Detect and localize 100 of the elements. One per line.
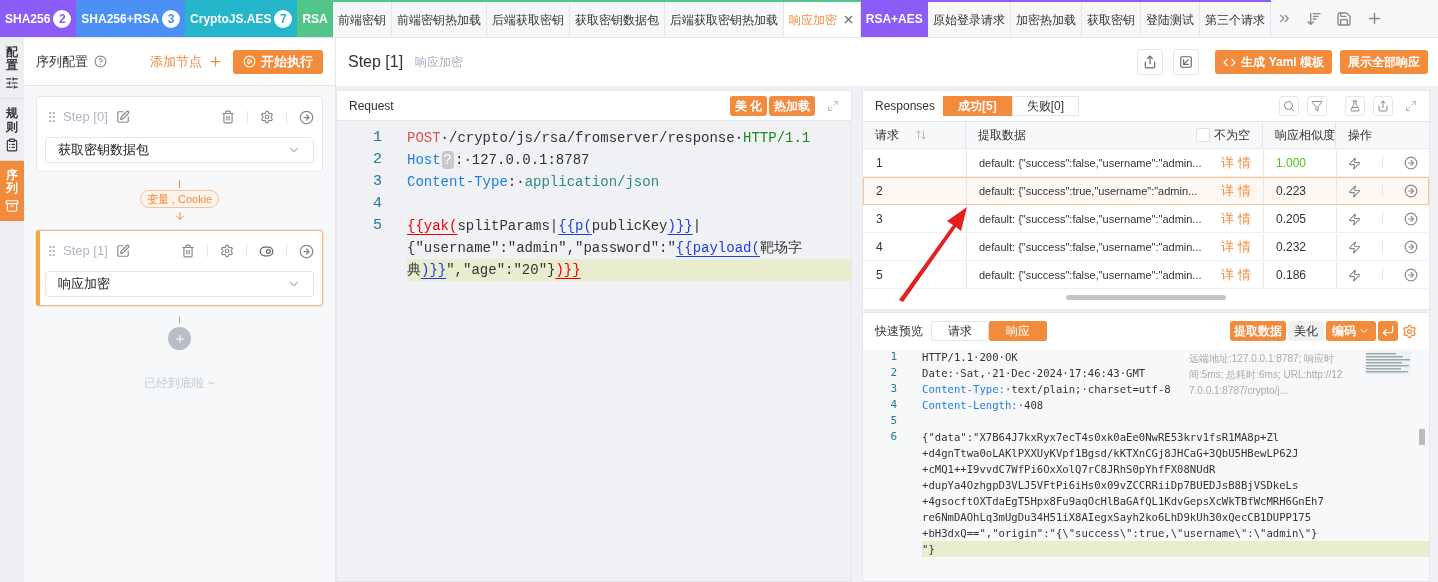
step-select[interactable]: 响应加密 <box>45 271 314 297</box>
table-cell-text: 1.000 <box>1276 155 1307 172</box>
delete-icon[interactable] <box>221 110 235 124</box>
table-cell-text: 0.223 <box>1276 183 1307 200</box>
code-text: HTTP/1.1 <box>743 130 811 146</box>
code-text: +d4gnTtwa0oLAKlPXXUyKVpf1Bgsd/kKTXnCGj8JHCaG+3QbU5HBewLP62J <box>922 447 1299 459</box>
code-text: {{p( <box>558 218 592 234</box>
share-icon[interactable] <box>1137 49 1164 75</box>
line-number: 6 <box>889 429 898 445</box>
table-cell-text: 0.205 <box>1276 211 1307 228</box>
filter-icon[interactable] <box>1307 96 1327 116</box>
column-header: 请求 <box>875 127 899 144</box>
code-text: Date:·Sat,·21·Dec·2024·17:46:43·GMT <box>922 367 1146 379</box>
code-text: "} <box>922 543 935 555</box>
scrollbar-thumb[interactable] <box>1419 429 1425 445</box>
run-icon[interactable] <box>1347 156 1361 170</box>
filter-tab[interactable]: 失败[0] <box>1011 96 1080 116</box>
save-icon[interactable] <box>1335 10 1352 27</box>
tray-icon <box>5 199 19 214</box>
flask-icon[interactable] <box>1345 96 1365 116</box>
line-number: 5 <box>372 216 383 236</box>
count-badge: 3 <box>162 9 181 28</box>
table-cell-text: 4 <box>876 239 883 256</box>
code-text: +4gsocftOXTdaEgT5Hpx8Fu9aqOcHlBaGAfQL1KdvGepsXcWkTBfWcMRH6GnEh7 <box>922 495 1324 507</box>
line-number: 2 <box>372 150 383 170</box>
code-text: re6NmDAOhLq3mUgDu34H51iX8AIegxSayh2ko6LhD9kUh30xQecCB1DUPP175 <box>922 511 1312 523</box>
sort-icon[interactable] <box>915 129 927 141</box>
line-number: 1 <box>889 349 898 365</box>
export-icon[interactable] <box>1373 96 1393 116</box>
preview-tab[interactable]: 请求 <box>931 321 989 341</box>
table-row[interactable]: 2 default: {"success":true,"username":"admin... 详 情 0.223 <box>863 177 1429 205</box>
table-cell-text: 3 <box>876 211 883 228</box>
go-icon[interactable] <box>1403 212 1418 226</box>
checkbox-label: 不为空 <box>1214 127 1250 144</box>
variable-tag: 变量 , Cookie <box>139 190 220 208</box>
wrap-icon[interactable] <box>1378 321 1398 341</box>
run-icon[interactable] <box>1347 268 1361 282</box>
edit-icon[interactable] <box>115 244 130 258</box>
delete-icon[interactable] <box>181 244 195 258</box>
line-number: 4 <box>889 397 898 413</box>
table-cell-text: default: {"success":false,"username":"admin... <box>979 239 1203 255</box>
code-text: publicKey <box>591 218 668 234</box>
code-text: +bH3dxQ==","origin":"{\"success\":true,\"username\":\"admin\"} <box>922 527 1318 539</box>
code-text: ","age":"20"} <box>446 262 556 278</box>
tab-group[interactable]: SHA256 2 <box>0 0 77 37</box>
step-title: Step [0] <box>63 108 108 127</box>
expand-icon[interactable] <box>827 99 839 112</box>
checkbox[interactable] <box>1196 128 1210 142</box>
plus-icon <box>208 54 223 69</box>
code-text: splitParams| <box>457 218 559 234</box>
code-text: +dupYa4OzhgpD3VLJ5VFtPi6iHs0x09vZCCRRiiDp7BUEDJsB8BjVSDkeLs <box>922 479 1299 491</box>
go-icon[interactable] <box>299 109 314 125</box>
table-cell-text: 0.232 <box>1276 239 1307 256</box>
table-cell-text: 5 <box>876 267 883 284</box>
table-cell-text: 0.186 <box>1276 267 1307 284</box>
code-text: HTTP/1.1·200·OK <box>922 351 1018 363</box>
count-badge: 7 <box>274 9 293 28</box>
search-icon[interactable] <box>1279 96 1299 116</box>
tab-group[interactable]: RSA+AES <box>860 0 928 37</box>
count-badge: 2 <box>53 9 72 28</box>
plus-icon <box>173 332 186 345</box>
code-text: ·text/plain;·charset=utf-8 <box>1004 383 1171 395</box>
help-icon[interactable] <box>94 55 107 68</box>
expand-icon[interactable] <box>1405 100 1417 112</box>
table-cell-text: 1 <box>876 155 883 172</box>
beautify-button[interactable]: 美化 <box>1288 321 1324 341</box>
code-text: )}} <box>555 262 581 278</box>
panel-title: 序列配置 <box>36 52 88 71</box>
edit-icon[interactable] <box>115 110 130 124</box>
import-icon[interactable] <box>1173 49 1200 75</box>
code-text: {"username":"admin","password":" <box>407 240 676 256</box>
panel-title: 快速预览 <box>875 323 923 340</box>
go-icon[interactable] <box>1403 156 1418 170</box>
arrow-icon <box>173 210 186 222</box>
code-text: Content-Length: <box>922 399 1018 411</box>
table-cell-text: default: {"success":true,"username":"admin... <box>979 183 1199 199</box>
toggle-icon[interactable] <box>259 243 274 259</box>
code-text: )}} <box>667 218 693 234</box>
column-header: 提取数据 <box>978 127 1027 144</box>
table-cell-text: default: {"success":false,"username":"admin... <box>979 211 1203 227</box>
go-icon[interactable] <box>299 243 314 259</box>
settings-icon[interactable] <box>220 244 234 258</box>
run-icon[interactable] <box>1347 212 1361 226</box>
code-text: Host <box>407 152 441 168</box>
add-step-button[interactable] <box>168 327 191 350</box>
step-select[interactable]: 获取密钥数据包 <box>45 137 314 163</box>
run-icon[interactable] <box>1347 240 1361 254</box>
table-cell-text: 2 <box>876 183 883 200</box>
step-title: Step [1] <box>63 242 108 261</box>
settings-icon[interactable] <box>1402 323 1417 339</box>
column-header: 响应相似度 <box>1275 127 1335 144</box>
run-icon[interactable] <box>1347 184 1361 198</box>
go-icon[interactable] <box>1403 268 1418 282</box>
code-text: )}} <box>421 262 447 278</box>
go-icon[interactable] <box>1403 240 1418 254</box>
sort-icon[interactable] <box>1305 10 1322 27</box>
settings-icon[interactable] <box>260 110 274 124</box>
code-text: Content-Type: <box>922 383 1005 395</box>
column-header: 操作 <box>1348 128 1372 142</box>
go-icon[interactable] <box>1403 184 1418 198</box>
